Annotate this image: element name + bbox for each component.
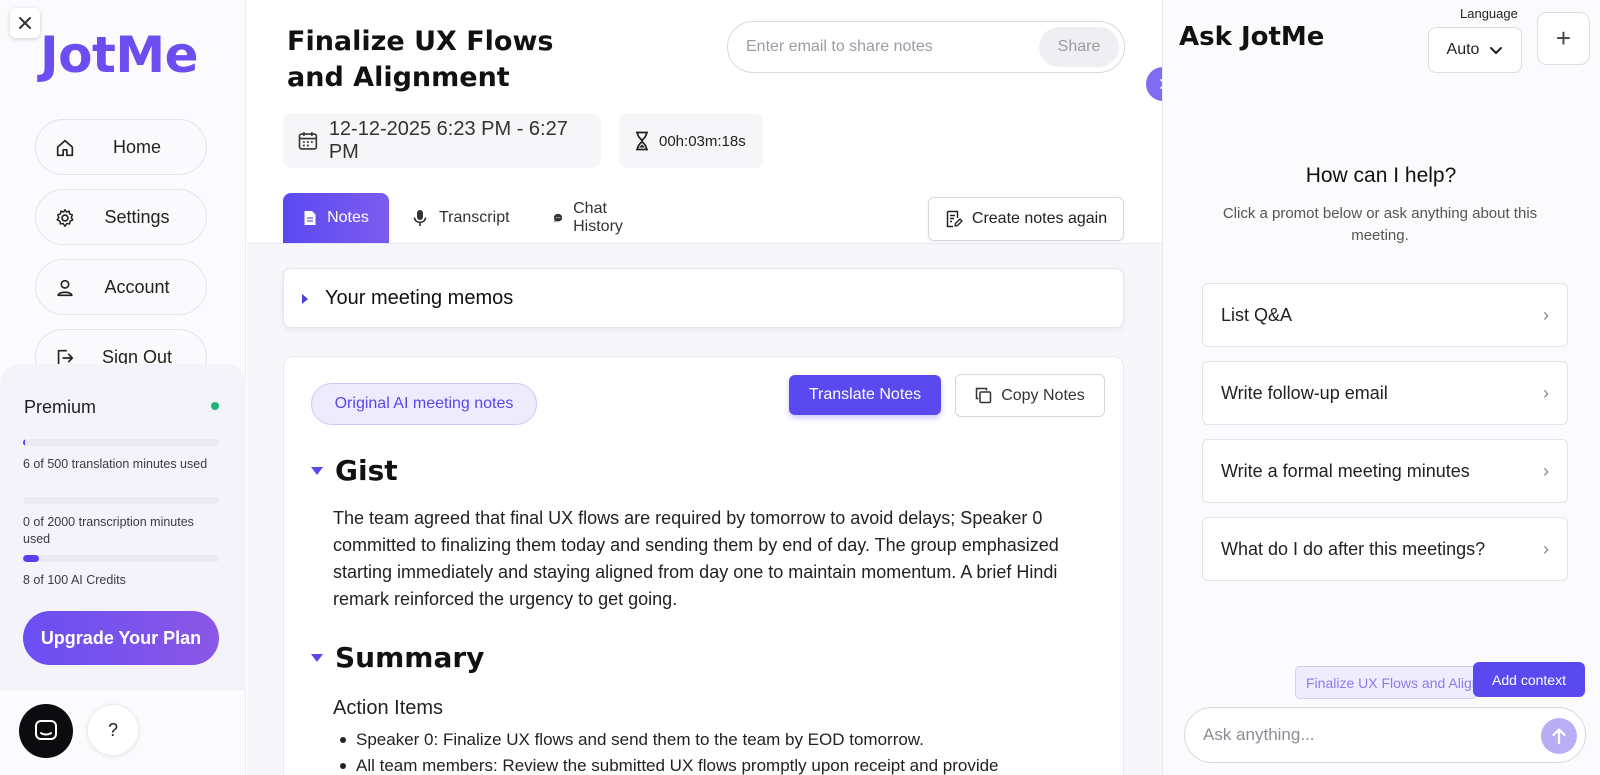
ai-credits-usage-bar <box>23 555 219 562</box>
context-chip[interactable]: Finalize UX Flows and Alignment <box>1295 666 1477 699</box>
help-title: How can I help? <box>1305 164 1457 187</box>
ask-box <box>1184 707 1586 763</box>
send-button[interactable] <box>1541 718 1577 754</box>
original-notes-badge[interactable]: Original AI meeting notes <box>311 383 537 425</box>
usage-bar-fill <box>23 555 39 562</box>
language-select[interactable]: Auto <box>1428 27 1522 73</box>
meeting-date-pill: 12-12-2025 6:23 PM - 6:27 PM <box>283 114 601 168</box>
ai-credits-usage-text: 8 of 100 AI Credits <box>23 573 126 587</box>
chevron-right-icon: › <box>1543 460 1549 481</box>
document-icon <box>304 211 316 225</box>
meeting-title: Finalize UX Flows and Alignment <box>287 26 554 93</box>
action-items-list: Speaker 0: Finalize UX flows and send th… <box>340 727 1100 775</box>
prompt-next-steps[interactable]: What do I do after this meetings? › <box>1202 517 1568 581</box>
share-box: Share <box>727 21 1125 73</box>
translation-usage-bar <box>23 439 219 446</box>
sidebar-item-settings[interactable]: Settings <box>35 189 207 245</box>
prompt-label: Write follow-up email <box>1221 382 1388 403</box>
sidebar-item-account[interactable]: Account <box>35 259 207 315</box>
tab-transcript[interactable]: Transcript <box>413 193 510 243</box>
tab-label: Notes <box>327 209 369 226</box>
summary-heading-text: Summary <box>335 641 485 674</box>
usage-bar-fill <box>23 439 26 446</box>
caret-down-icon <box>311 653 323 662</box>
chevron-right-icon: › <box>1543 304 1549 325</box>
meeting-memos-toggle[interactable]: Your meeting memos <box>283 268 1124 328</box>
help-button[interactable]: ? <box>87 704 139 756</box>
caret-right-icon <box>302 294 308 304</box>
tab-notes[interactable]: Notes <box>283 193 389 243</box>
new-chat-button[interactable]: + <box>1537 12 1590 65</box>
prompt-list-qa[interactable]: List Q&A › <box>1202 283 1568 347</box>
close-button[interactable] <box>10 8 40 38</box>
prompt-follow-up-email[interactable]: Write follow-up email › <box>1202 361 1568 425</box>
gist-text: The team agreed that final UX flows are … <box>333 508 1059 609</box>
meeting-date-range: 12-12-2025 6:23 PM - 6:27 PM <box>328 118 568 163</box>
close-icon <box>19 17 31 29</box>
gear-icon <box>56 209 74 227</box>
plan-status-dot <box>211 402 219 410</box>
calendar-icon <box>298 132 318 150</box>
meeting-memos-label: Your meeting memos <box>325 286 514 309</box>
edit-notes-icon <box>946 210 963 228</box>
tab-label: Transcript <box>439 209 510 226</box>
plan-name: Premium <box>24 397 97 417</box>
prompt-label: List Q&A <box>1221 304 1293 325</box>
action-items-title: Action Items <box>333 697 444 719</box>
meeting-duration: 00h:03m:18s <box>659 132 746 150</box>
language-label: Language <box>1460 6 1518 21</box>
copy-notes-button[interactable]: Copy Notes <box>955 374 1105 417</box>
meeting-duration-pill: 00h:03m:18s <box>619 114 763 168</box>
transcription-usage-bar <box>23 497 219 504</box>
chat-bubble-icon <box>35 720 57 740</box>
copy-icon <box>975 387 992 404</box>
summary-heading[interactable]: Summary <box>311 641 484 674</box>
add-context-button[interactable]: Add context <box>1473 662 1585 697</box>
hourglass-icon <box>636 131 648 151</box>
user-icon <box>57 279 73 297</box>
support-chat-button[interactable] <box>19 704 73 758</box>
gist-heading[interactable]: Gist <box>311 454 398 487</box>
gist-heading-text: Gist <box>335 454 398 487</box>
transcription-usage-text: 0 of 2000 transcription minutes used <box>23 515 194 546</box>
list-item: Speaker 0: Finalize UX flows and send th… <box>340 727 1100 753</box>
translation-usage-text: 6 of 500 translation minutes used <box>23 457 208 471</box>
list-item: All team members: Review the submitted U… <box>340 753 1100 775</box>
share-email-input[interactable] <box>746 22 1036 72</box>
ask-panel-title: Ask JotMe <box>1179 22 1325 52</box>
app-logo: JotMe <box>40 26 199 84</box>
copy-notes-label: Copy Notes <box>1001 386 1085 404</box>
chat-bubble-icon <box>553 213 563 223</box>
home-icon <box>56 139 74 157</box>
create-notes-again-label: Create notes again <box>971 210 1108 227</box>
share-button[interactable]: Share <box>1039 27 1119 67</box>
ask-input[interactable] <box>1203 708 1523 762</box>
tab-label: Chat History <box>573 200 623 235</box>
create-notes-again-button[interactable]: Create notes again <box>928 197 1124 241</box>
chevron-right-icon: › <box>1543 382 1549 403</box>
caret-down-icon <box>311 466 323 475</box>
plus-icon: + <box>1555 23 1572 53</box>
prompt-formal-minutes[interactable]: Write a formal meeting minutes › <box>1202 439 1568 503</box>
chevron-down-icon <box>1490 46 1503 54</box>
translate-notes-button[interactable]: Translate Notes <box>789 375 941 415</box>
language-value: Auto <box>1446 41 1480 58</box>
chevron-right-icon: › <box>1543 538 1549 559</box>
tab-chat-history[interactable]: Chat History <box>553 193 629 243</box>
arrow-up-icon <box>1552 728 1566 745</box>
prompt-label: Write a formal meeting minutes <box>1221 460 1470 481</box>
prompt-label: What do I do after this meetings? <box>1221 538 1486 559</box>
sidebar-item-home[interactable]: Home <box>35 119 207 175</box>
upgrade-plan-button[interactable]: Upgrade Your Plan <box>23 611 219 665</box>
help-subtitle: Click a promot below or ask anything abo… <box>1222 205 1538 244</box>
microphone-icon <box>413 210 427 226</box>
